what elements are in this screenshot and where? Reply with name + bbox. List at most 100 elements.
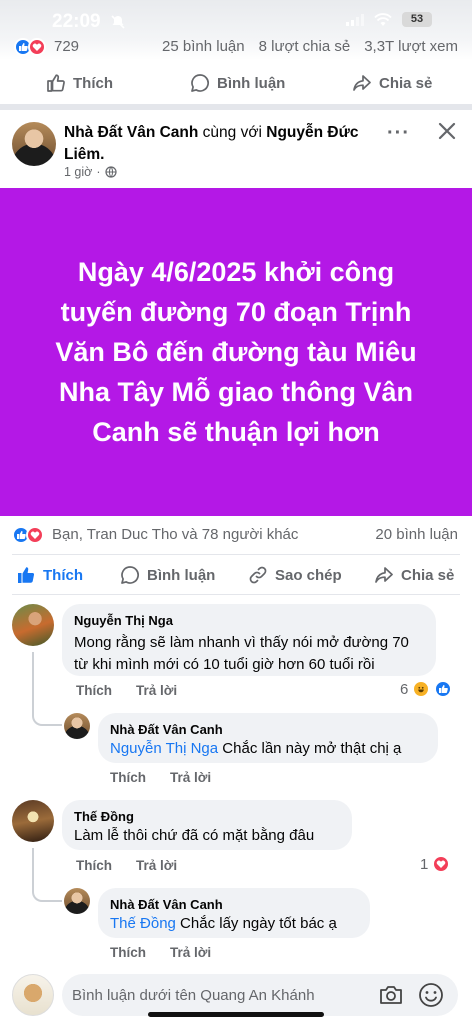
reply-actions: Thích Trả lời [110,945,211,960]
reply-author[interactable]: Nhà Đất Vân Canh [110,721,426,738]
like-button[interactable]: Thích [16,565,83,585]
close-icon[interactable] [436,120,458,142]
author-line: Nhà Đất Vân Canh cùng với Nguyễn Đức Liê… [64,122,384,166]
comment-bubble[interactable]: Thế Đồng Làm lễ thôi chứ đã có mặt bằng … [62,800,352,850]
reply-author[interactable]: Nhà Đất Vân Canh [110,896,358,913]
post-action-bar: Thích Bình luận Sao chép Chia sẻ [0,555,472,595]
comment-reply-button[interactable]: Trả lời [136,858,177,873]
reply-mention[interactable]: Nguyễn Thị Nga [110,740,218,757]
author-avatar[interactable] [12,122,56,166]
comment-button[interactable]: Bình luận [190,73,285,93]
camera-icon[interactable] [378,983,404,1007]
share-label: Chia sẻ [401,566,455,584]
comment-text: Mong rằng sẽ làm nhanh vì thấy nói mở đư… [74,634,409,673]
share-label: Chia sẻ [379,74,433,92]
comment-label: Bình luận [147,566,216,584]
comment-reactions[interactable]: 1 [420,855,451,873]
post-header: Nhà Đất Vân Canh cùng với Nguyễn Đức Liê… [0,112,472,188]
previous-post-stats: 729 25 bình luận 8 lượt chia sẻ 3,3T lượ… [0,38,472,58]
love-reaction-icon [28,38,46,56]
comment-reaction-count: 6 [400,680,409,698]
reply-author-avatar[interactable] [64,713,90,739]
comment-bubble[interactable]: Nguyễn Thị Nga Mong rằng sẽ làm nhanh vì… [62,604,436,676]
share-count[interactable]: 8 lượt chia sẻ [259,38,351,55]
love-reaction-icon [26,526,44,544]
reply-reply-button[interactable]: Trả lời [170,945,211,960]
comment-count[interactable]: 25 bình luận [162,38,245,55]
comment-actions: Thích Trả lời [76,683,177,698]
like-label: Thích [43,566,83,584]
reply-like-button[interactable]: Thích [110,945,146,960]
reply-text: Chắc lần này mở thật chị ạ [222,740,402,757]
silent-bell-icon [111,15,125,29]
post-separator [0,104,472,110]
reply-like-button[interactable]: Thích [110,770,146,785]
comment-like-button[interactable]: Thích [76,858,112,873]
share-arrow-icon [353,75,371,91]
comment-input-box[interactable] [62,974,458,1016]
haha-reaction-icon [412,680,431,698]
share-arrow-icon [375,567,393,583]
home-indicator [148,1012,324,1017]
like-label: Thích [73,74,113,92]
with-text: cùng với [202,124,262,141]
reply-text: Chắc lấy ngày tốt bác ạ [180,915,337,932]
comment-input[interactable] [72,974,372,1016]
reply-mention[interactable]: Thế Đồng [110,915,176,932]
reply-thread-line [32,652,62,726]
comment-button[interactable]: Bình luận [120,565,215,585]
comment-actions: Thích Trả lời [76,858,177,873]
comment-reply-button[interactable]: Trả lời [136,683,177,698]
status-bar: 22:09 53 [0,0,472,34]
current-user-avatar[interactable] [12,974,54,1016]
copy-label: Sao chép [275,566,342,584]
comment-label: Bình luận [217,74,286,92]
author-name[interactable]: Nhà Đất Vân Canh [64,124,198,141]
comment-like-button[interactable]: Thích [76,683,112,698]
reply-bubble[interactable]: Nhà Đất Vân Canh Thế Đồng Chắc lấy ngày … [98,888,370,938]
emoji-icon[interactable] [418,982,444,1008]
post-time[interactable]: 1 giờ [64,165,92,179]
comment-author[interactable]: Nguyễn Thị Nga [74,612,424,629]
like-reaction-icon [434,680,453,698]
copy-button[interactable]: Sao chép [248,565,342,585]
signal-icon [346,13,364,26]
reply-author-avatar[interactable] [64,888,90,914]
share-button[interactable]: Chia sẻ [352,73,432,93]
reply-bubble[interactable]: Nhà Đất Vân Canh Nguyễn Thị Nga Chắc lần… [98,713,438,763]
link-icon [249,566,267,584]
share-button[interactable]: Chia sẻ [374,565,454,585]
reaction-icons[interactable] [14,38,46,56]
reply-reply-button[interactable]: Trả lời [170,770,211,785]
post-comment-count[interactable]: 20 bình luận [375,526,458,543]
comment-reactions[interactable]: 6 [400,680,453,698]
status-time: 22:09 [52,11,101,32]
previous-post-action-bar: Thích Bình luận Chia sẻ [0,63,472,103]
comment-bubble-icon [191,74,209,92]
thumbs-up-filled-icon [18,567,35,583]
reactions-summary: Bạn, Tran Duc Tho và 78 người khác 20 bì… [0,526,472,546]
comment-bubble-icon [121,566,139,584]
divider [12,594,460,595]
commenter-avatar[interactable] [12,604,54,646]
post-text-card[interactable]: Ngày 4/6/2025 khởi công tuyến đường 70 đ… [0,188,472,516]
globe-icon [104,166,117,178]
reply-thread-line [32,848,62,902]
comment-author[interactable]: Thế Đồng [74,808,340,825]
post-content: Ngày 4/6/2025 khởi công tuyến đường 70 đ… [55,257,417,447]
love-reaction-icon [432,855,451,873]
reaction-count[interactable]: 729 [54,38,79,55]
thumbs-up-icon [47,74,65,92]
comment-text: Làm lễ thôi chứ đã có mặt bằng đâu [74,827,315,844]
comment-reaction-count: 1 [420,855,429,873]
reactions-text[interactable]: Bạn, Tran Duc Tho và 78 người khác [52,526,298,543]
view-count: 3,3T lượt xem [364,38,458,55]
commenter-avatar[interactable] [12,800,54,842]
wifi-icon [374,12,392,26]
post-meta: 1 giờ · [64,165,117,179]
meta-separator: · [96,165,101,179]
reaction-icons[interactable] [12,526,44,544]
reply-actions: Thích Trả lời [110,770,211,785]
like-button[interactable]: Thích [46,73,113,93]
more-options-button[interactable]: ··· [387,122,410,145]
